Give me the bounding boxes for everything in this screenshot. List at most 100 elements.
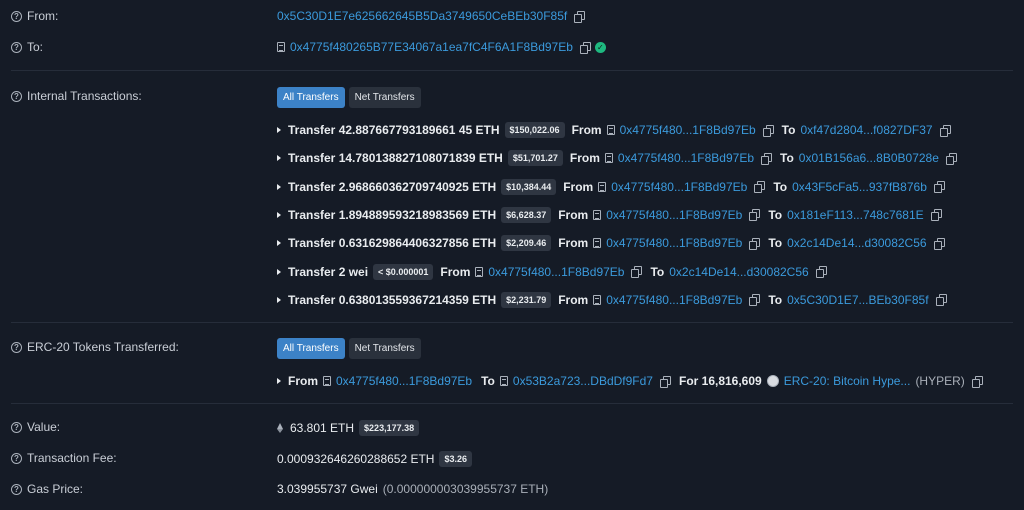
erc20-to-link[interactable]: 0x53B2a723...DBdDf9Fd7 <box>513 374 653 388</box>
copy-icon[interactable] <box>935 294 947 307</box>
transfer-usd-badge: $2,231.79 <box>501 291 552 308</box>
to-word: To <box>781 123 796 137</box>
copy-icon[interactable] <box>754 181 766 194</box>
tab-all-transfers[interactable]: All Transfers <box>277 87 345 108</box>
value-amount: 63.801 ETH <box>290 421 355 435</box>
expand-caret-icon[interactable] <box>277 240 281 247</box>
expand-caret-icon[interactable] <box>277 183 281 190</box>
gas-label: ? Gas Price: <box>11 482 83 496</box>
from-word: From <box>571 123 602 137</box>
transfer-amount: Transfer 2 wei <box>288 264 369 279</box>
expand-caret-icon[interactable] <box>277 378 281 384</box>
transfer-amount: Transfer 42.887667793189661 45 ETH <box>288 123 500 137</box>
gas-amount: 3.039955737 Gwei <box>277 482 378 496</box>
transfer-amount: Transfer 14.780138827108071839 ETH <box>288 151 503 166</box>
transfer-usd-badge: < $0.000001 <box>373 263 434 280</box>
copy-icon[interactable] <box>971 375 983 388</box>
copy-icon[interactable] <box>761 152 772 165</box>
contract-icon <box>593 294 602 305</box>
transfer-to-link[interactable]: 0x43F5cFa5...937fB876b <box>792 180 927 194</box>
transfer-from-link[interactable]: 0x4775f480...1F8Bd97Eb <box>606 236 742 250</box>
to-address-link[interactable]: 0x4775f480265B77E34067a1ea7fC4F6A1F8Bd97… <box>290 40 573 54</box>
expand-caret-icon[interactable] <box>277 296 281 303</box>
transfer-amount: Transfer 2.968660362709740925 ETH <box>288 179 497 194</box>
help-icon[interactable]: ? <box>11 10 22 22</box>
fee-amount: 0.000932646260288652 ETH <box>277 452 435 466</box>
contract-icon <box>323 376 331 386</box>
to-word: To <box>773 179 788 194</box>
transfer-to-link[interactable]: 0x01B156a6...8B0B0728e <box>799 151 939 165</box>
contract-icon <box>604 153 613 164</box>
copy-icon[interactable] <box>631 266 643 278</box>
copy-icon[interactable] <box>574 10 586 23</box>
value-usd-badge: $223,177.38 <box>359 420 420 436</box>
tab-net-transfers[interactable]: Net Transfers <box>348 87 421 108</box>
copy-icon[interactable] <box>749 294 761 307</box>
contract-icon <box>277 42 285 52</box>
tab-net-transfers[interactable]: Net Transfers <box>348 338 421 359</box>
help-icon[interactable]: ? <box>11 421 22 433</box>
copy-icon[interactable] <box>930 209 942 222</box>
transfer-to-link[interactable]: 0x2c14De14...d30082C56 <box>787 236 926 250</box>
tab-all-transfers[interactable]: All Transfers <box>277 338 345 359</box>
from-word: From <box>558 207 589 222</box>
from-word: From <box>558 292 589 307</box>
transfer-from-link[interactable]: 0x4775f480...1F8Bd97Eb <box>488 265 624 279</box>
copy-icon[interactable] <box>749 209 761 222</box>
fee-usd-badge: $3.26 <box>439 451 473 467</box>
contract-icon <box>593 238 602 249</box>
transfer-from-link[interactable]: 0x4775f480...1F8Bd97Eb <box>620 123 756 137</box>
transfer-to-link[interactable]: 0x2c14De14...d30082C56 <box>669 265 808 279</box>
divider <box>11 70 1013 71</box>
copy-icon[interactable] <box>939 124 951 137</box>
help-icon[interactable]: ? <box>11 41 22 53</box>
from-word: From <box>440 264 471 279</box>
transfer-amount: Transfer 0.631629864406327856 ETH <box>288 236 497 251</box>
to-word: To <box>768 292 783 307</box>
help-icon[interactable]: ? <box>11 341 22 353</box>
expand-caret-icon[interactable] <box>277 268 281 275</box>
transfer-to-link[interactable]: 0x181eF113...748c7681E <box>787 208 924 222</box>
gas-eth-amount: (0.000000003039955737 ETH) <box>382 482 549 496</box>
expand-caret-icon[interactable] <box>277 127 281 133</box>
transfer-usd-badge: $10,384.44 <box>501 178 557 195</box>
to-label: ? To: <box>11 40 43 54</box>
to-word: To <box>768 236 783 251</box>
internal-transactions-label: ? Internal Transactions: <box>11 89 142 103</box>
from-address-link[interactable]: 0x5C30D1E7e625662645B5Da3749650CeBEb30F8… <box>277 9 567 23</box>
from-label: ? From: <box>11 9 58 23</box>
contract-icon <box>475 266 484 277</box>
transfer-to-link[interactable]: 0xf47d2804...f0827DF37 <box>800 123 932 137</box>
transfer-amount: Transfer 1.894889593218983569 ETH <box>288 207 497 222</box>
token-link[interactable]: ERC-20: Bitcoin Hype... <box>784 374 911 388</box>
copy-icon[interactable] <box>762 124 774 137</box>
help-icon[interactable]: ? <box>11 90 22 102</box>
expand-caret-icon[interactable] <box>277 155 281 162</box>
erc20-label: ? ERC-20 Tokens Transferred: <box>11 340 179 354</box>
copy-icon[interactable] <box>945 152 957 165</box>
copy-icon[interactable] <box>659 375 671 388</box>
copy-icon[interactable] <box>933 237 945 250</box>
copy-icon[interactable] <box>815 266 827 278</box>
token-symbol: (HYPER) <box>915 374 965 388</box>
transfer-to-link[interactable]: 0x5C30D1E7...BEb30F85f <box>787 293 928 307</box>
erc20-from-link[interactable]: 0x4775f480...1F8Bd97Eb <box>336 374 472 388</box>
transfer-from-link[interactable]: 0x4775f480...1F8Bd97Eb <box>618 151 754 165</box>
copy-icon[interactable] <box>749 237 761 250</box>
ethereum-icon <box>277 423 283 433</box>
transfer-from-link[interactable]: 0x4775f480...1F8Bd97Eb <box>606 208 742 222</box>
from-word: From <box>558 236 589 251</box>
divider <box>11 322 1013 323</box>
help-icon[interactable]: ? <box>11 483 22 495</box>
expand-caret-icon[interactable] <box>277 211 281 218</box>
transfer-usd-badge: $51,701.27 <box>507 150 563 167</box>
transfer-from-link[interactable]: 0x4775f480...1F8Bd97Eb <box>611 180 747 194</box>
to-word: To <box>780 151 794 166</box>
copy-icon[interactable] <box>579 41 591 54</box>
internal-tabs: All Transfers Net Transfers <box>277 87 421 108</box>
contract-icon <box>499 376 508 386</box>
help-icon[interactable]: ? <box>11 452 22 464</box>
transfer-from-link[interactable]: 0x4775f480...1F8Bd97Eb <box>606 293 742 307</box>
erc20-tabs: All Transfers Net Transfers <box>277 338 421 359</box>
copy-icon[interactable] <box>933 181 945 194</box>
